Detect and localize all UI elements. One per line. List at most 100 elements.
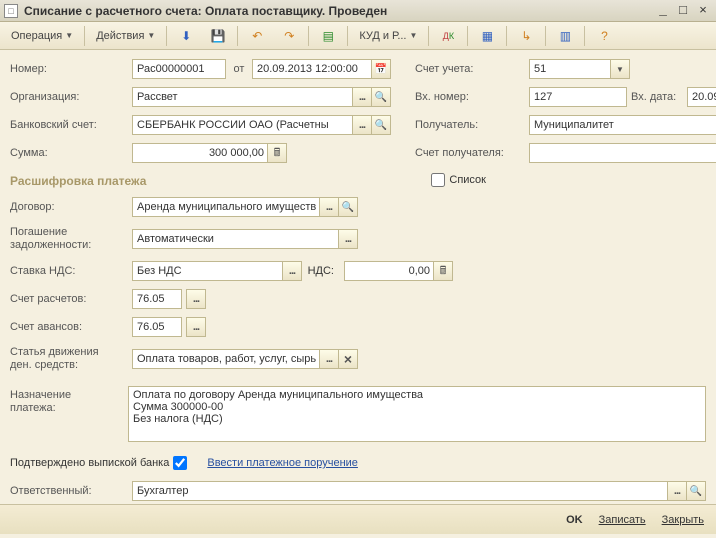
enter-payment-order-link[interactable]: Ввести платежное поручение: [207, 457, 358, 469]
select-icon[interactable]: [352, 115, 372, 135]
select-icon[interactable]: [282, 261, 302, 281]
vat-input[interactable]: [344, 261, 434, 281]
actions-dropdown[interactable]: Действия ▼: [89, 25, 162, 47]
select-icon[interactable]: [319, 197, 339, 217]
cascade-icon: ▤: [320, 28, 336, 44]
calendar-icon[interactable]: [371, 59, 391, 79]
advance-input[interactable]: [132, 317, 182, 337]
resp-input[interactable]: [132, 481, 668, 501]
recvacc-label: Счет получателя:: [415, 147, 525, 159]
search-icon[interactable]: [686, 481, 706, 501]
toolbar-separator: [237, 26, 238, 46]
debit-credit-icon: ДК: [440, 28, 456, 44]
toolbar-separator: [584, 26, 585, 46]
toolbar-separator: [428, 26, 429, 46]
debt-input[interactable]: [132, 229, 339, 249]
toolbar-separator: [506, 26, 507, 46]
tb-go-button[interactable]: ↳: [511, 25, 541, 47]
toolbar-separator: [545, 26, 546, 46]
chevron-down-icon: ▼: [147, 31, 155, 40]
tb-structure-button[interactable]: ▦: [472, 25, 502, 47]
acc-label: Счет учета:: [415, 63, 525, 75]
tb-cascade-button[interactable]: ▤: [313, 25, 343, 47]
calculator-icon[interactable]: [433, 261, 453, 281]
toolbar: Операция ▼ Действия ▼ ⬇ 💾 ↶ ↷ ▤ КУД и Р.…: [0, 22, 716, 50]
tb-debit-credit-button[interactable]: ДК: [433, 25, 463, 47]
save-icon: 💾: [210, 28, 226, 44]
cashflow-input[interactable]: [132, 349, 320, 369]
kudir-label: КУД и Р...: [359, 30, 406, 42]
undo-icon: ↶: [249, 28, 265, 44]
tb-redo-button[interactable]: ↷: [274, 25, 304, 47]
indate-label: Вх. дата:: [631, 91, 683, 103]
innum-input[interactable]: [529, 87, 627, 107]
clear-icon[interactable]: [338, 349, 358, 369]
search-icon[interactable]: [371, 115, 391, 135]
structure-icon: ▦: [479, 28, 495, 44]
window-title: Списание с расчетного счета: Оплата пост…: [24, 4, 654, 18]
tb-post-button[interactable]: ⬇: [171, 25, 201, 47]
tb-undo-button[interactable]: ↶: [242, 25, 272, 47]
select-icon[interactable]: [352, 87, 372, 107]
confirmed-label: Подтверждено выпиской банка: [10, 457, 169, 469]
ok-button[interactable]: OK: [562, 511, 587, 529]
contract-input[interactable]: [132, 197, 320, 217]
minimize-button[interactable]: _: [654, 3, 672, 19]
recv-input[interactable]: [529, 115, 716, 135]
close-link[interactable]: Закрыть: [658, 511, 708, 529]
cashflow-label: Статья движения ден. средств:: [10, 346, 128, 372]
bank-label: Банковский счет:: [10, 119, 128, 131]
vat-rate-label: Ставка НДС:: [10, 265, 128, 277]
chevron-down-icon: ▼: [65, 31, 73, 40]
list-icon: ▥: [557, 28, 573, 44]
innum-label: Вх. номер:: [415, 91, 525, 103]
vat-rate-input[interactable]: [132, 261, 283, 281]
toolbar-separator: [84, 26, 85, 46]
sum-label: Сумма:: [10, 147, 128, 159]
tb-save-button[interactable]: 💾: [203, 25, 233, 47]
confirmed-checkbox[interactable]: [173, 456, 187, 470]
date-input[interactable]: [252, 59, 372, 79]
acc-input[interactable]: [529, 59, 611, 79]
sum-input[interactable]: [132, 143, 268, 163]
tb-help-button[interactable]: ?: [589, 25, 619, 47]
advance-label: Счет авансов:: [10, 321, 128, 333]
kudir-dropdown[interactable]: КУД и Р... ▼: [352, 25, 424, 47]
indate-input[interactable]: [687, 87, 716, 107]
redo-icon: ↷: [281, 28, 297, 44]
document-icon: □: [4, 4, 18, 18]
toolbar-separator: [308, 26, 309, 46]
go-icon: ↳: [518, 28, 534, 44]
settle-input[interactable]: [132, 289, 182, 309]
select-icon[interactable]: [667, 481, 687, 501]
org-input[interactable]: [132, 87, 353, 107]
select-icon[interactable]: [186, 317, 206, 337]
help-icon: ?: [596, 28, 612, 44]
payment-details-section: Расшифровка платежа: [10, 174, 146, 188]
toolbar-separator: [467, 26, 468, 46]
list-checkbox[interactable]: [431, 173, 445, 187]
maximize-button[interactable]: □: [674, 3, 692, 19]
calculator-icon[interactable]: [267, 143, 287, 163]
select-icon[interactable]: [338, 229, 358, 249]
close-button[interactable]: ×: [694, 3, 712, 19]
search-icon[interactable]: [371, 87, 391, 107]
save-button[interactable]: Записать: [595, 511, 650, 529]
vat-label: НДС:: [306, 265, 340, 277]
tb-list-button[interactable]: ▥: [550, 25, 580, 47]
toolbar-separator: [347, 26, 348, 46]
debt-label: Погашение задолженности:: [10, 226, 128, 252]
dropdown-icon[interactable]: [610, 59, 630, 79]
resp-label: Ответственный:: [10, 485, 128, 497]
purpose-textarea[interactable]: [128, 386, 706, 442]
org-label: Организация:: [10, 91, 128, 103]
operation-dropdown[interactable]: Операция ▼: [4, 25, 80, 47]
search-icon[interactable]: [338, 197, 358, 217]
actions-label: Действия: [96, 30, 144, 42]
select-icon[interactable]: [319, 349, 339, 369]
recvacc-input[interactable]: [529, 143, 716, 163]
number-input[interactable]: [132, 59, 226, 79]
bank-input[interactable]: [132, 115, 353, 135]
select-icon[interactable]: [186, 289, 206, 309]
recv-label: Получатель:: [415, 119, 525, 131]
